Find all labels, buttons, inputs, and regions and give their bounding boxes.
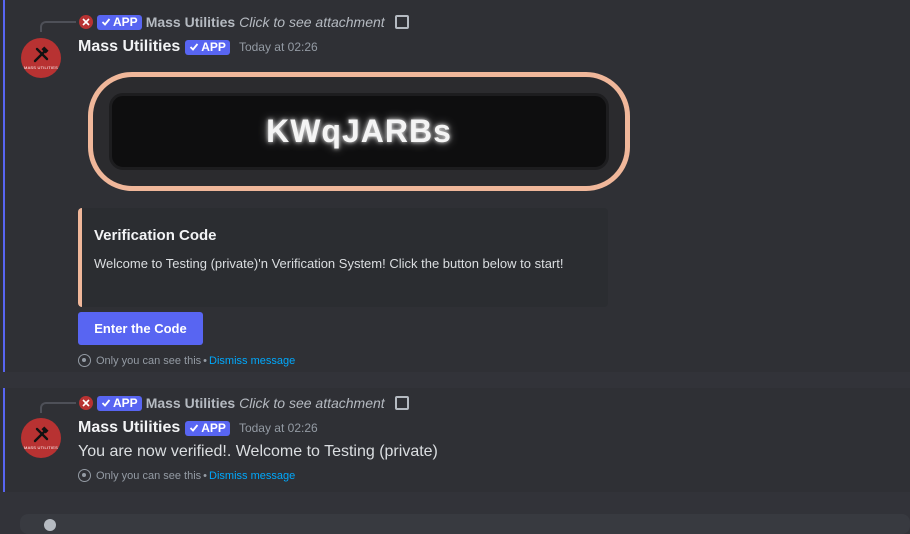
hammer-wrench-icon: [33, 46, 49, 63]
reply-author[interactable]: Mass Utilities: [146, 395, 235, 411]
reply-text[interactable]: Click to see attachment: [239, 14, 385, 30]
avatar-caption: MASS UTILITIES: [24, 65, 58, 70]
reply-author[interactable]: Mass Utilities: [146, 14, 235, 30]
timestamp[interactable]: Today at 02:26: [239, 40, 318, 54]
hammer-wrench-icon: [33, 426, 49, 443]
author-name[interactable]: Mass Utilities: [78, 38, 180, 56]
message-content: You are now verified!. Welcome to Testin…: [78, 443, 438, 460]
message-header: Mass Utilities APP Today at 02:26: [78, 419, 318, 437]
eye-icon: [78, 354, 91, 367]
separator: •: [203, 354, 208, 367]
checkmark-icon: [101, 399, 111, 407]
avatar[interactable]: MASS UTILITIES: [21, 418, 61, 458]
ephemeral-note: Only you can see this: [96, 469, 202, 482]
app-badge-label: APP: [201, 39, 226, 54]
image-icon: [394, 15, 409, 29]
embed-description: Welcome to Testing (private)'n Verificat…: [94, 256, 564, 271]
message-composer[interactable]: [20, 514, 910, 534]
author-name[interactable]: Mass Utilities: [78, 419, 180, 437]
ephemeral-note: Only you can see this: [96, 354, 202, 367]
app-badge: APP: [97, 395, 142, 411]
app-badge-label: APP: [113, 14, 138, 29]
app-badge: APP: [185, 39, 230, 55]
attachment-image[interactable]: KWqJARBs: [88, 72, 630, 191]
hammer-wrench-icon: [82, 18, 90, 26]
ephemeral-notice: Only you can see this • Dismiss message: [78, 469, 295, 482]
app-badge-label: APP: [113, 395, 138, 410]
embed-title: Verification Code: [94, 227, 217, 244]
avatar[interactable]: MASS UTILITIES: [21, 38, 61, 78]
app-badge-label: APP: [201, 420, 226, 435]
avatar-caption: MASS UTILITIES: [24, 445, 58, 450]
checkmark-icon: [190, 43, 199, 51]
highlight-bar: [3, 0, 5, 372]
embed: Verification Code Welcome to Testing (pr…: [78, 208, 608, 307]
eye-icon: [78, 469, 91, 482]
timestamp[interactable]: Today at 02:26: [239, 421, 318, 435]
app-badge: APP: [185, 420, 230, 436]
checkmark-icon: [101, 18, 111, 26]
message-header: Mass Utilities APP Today at 02:26: [78, 38, 318, 56]
separator: •: [203, 469, 208, 482]
app-badge: APP: [97, 14, 142, 30]
add-attachment-icon[interactable]: [44, 519, 56, 531]
enter-code-button[interactable]: Enter the Code: [78, 312, 203, 345]
hammer-wrench-icon: [82, 399, 90, 407]
reply-avatar: [79, 396, 93, 410]
reply-text[interactable]: Click to see attachment: [239, 395, 385, 411]
reply-connector: [40, 402, 76, 413]
image-icon: [394, 396, 409, 410]
reply-reference[interactable]: APP Mass Utilities Click to see attachme…: [79, 13, 409, 31]
verification-code-text: KWqJARBs: [109, 93, 609, 170]
reply-connector: [40, 21, 76, 32]
reply-reference[interactable]: APP Mass Utilities Click to see attachme…: [79, 394, 409, 412]
highlight-bar: [3, 388, 5, 492]
ephemeral-notice: Only you can see this • Dismiss message: [78, 354, 295, 367]
dismiss-message-link[interactable]: Dismiss message: [209, 355, 295, 367]
dismiss-message-link[interactable]: Dismiss message: [209, 470, 295, 482]
reply-avatar: [79, 15, 93, 29]
checkmark-icon: [190, 424, 199, 432]
